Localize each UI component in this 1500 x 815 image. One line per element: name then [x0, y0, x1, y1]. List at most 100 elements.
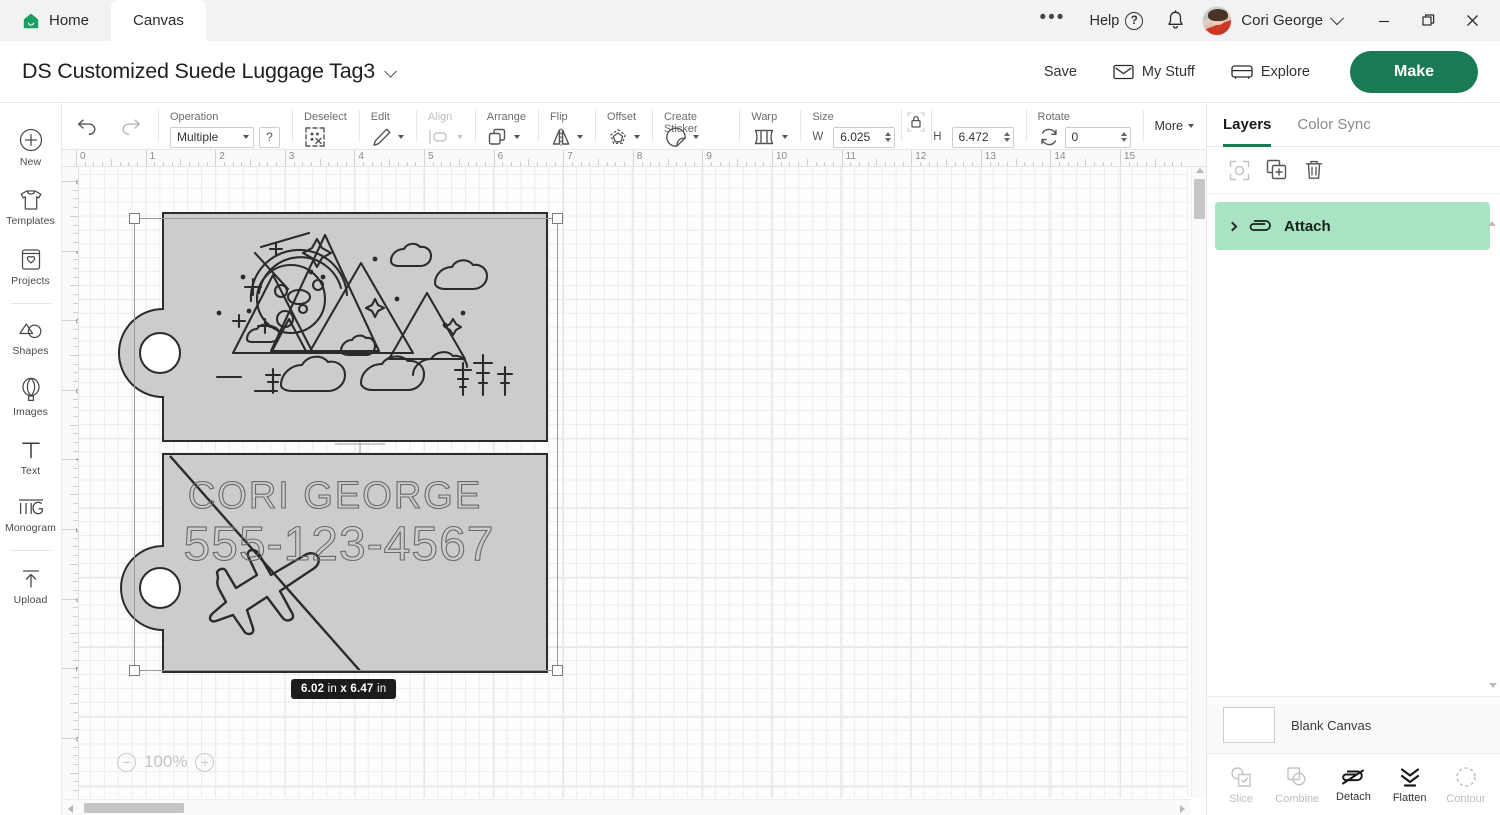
- blank-canvas-swatch[interactable]: [1223, 707, 1275, 743]
- offset-icon[interactable]: [607, 126, 629, 148]
- chevron-down-icon[interactable]: [576, 135, 583, 139]
- help-button[interactable]: Help ?: [1079, 11, 1153, 30]
- detach-label: Detach: [1336, 790, 1371, 803]
- chevron-down-icon[interactable]: [633, 135, 640, 139]
- pencil-icon[interactable]: [371, 126, 393, 148]
- operation-select[interactable]: Multiple: [170, 126, 254, 148]
- list-item[interactable]: Attach: [1215, 202, 1490, 250]
- rotate-icon[interactable]: [1038, 127, 1060, 147]
- rotate-input[interactable]: 0: [1064, 126, 1131, 148]
- chevron-down-icon[interactable]: [513, 135, 520, 139]
- undo-icon[interactable]: [76, 117, 98, 135]
- scrollbar-thumb-vertical[interactable]: [1194, 179, 1205, 219]
- ruler-tick: [911, 150, 913, 166]
- canvas-scrollbar-vertical[interactable]: [1191, 167, 1206, 798]
- height-stepper[interactable]: [1003, 132, 1010, 142]
- detach-button[interactable]: Detach: [1325, 767, 1381, 803]
- more-button[interactable]: More: [1155, 119, 1194, 133]
- scroll-down-arrow-icon[interactable]: [1489, 683, 1497, 688]
- sidebar-item-templates[interactable]: Templates: [0, 178, 62, 237]
- luggage-tag-bottom[interactable]: CORI GEORGE 555-123-4567: [113, 450, 553, 676]
- sidebar-item-new[interactable]: New: [0, 117, 62, 178]
- zoom-control: − 100% +: [117, 752, 215, 772]
- ellipsis-icon[interactable]: •••: [1026, 8, 1080, 33]
- restore-icon[interactable]: [1406, 1, 1450, 41]
- make-button[interactable]: Make: [1350, 50, 1478, 93]
- close-icon[interactable]: [1450, 1, 1494, 41]
- save-label: Save: [1043, 63, 1077, 80]
- arrange-label: Arrange: [486, 111, 526, 123]
- sidebar-item-images[interactable]: Images: [0, 367, 62, 428]
- chevron-down-icon[interactable]: [782, 135, 789, 139]
- sidebar-item-text[interactable]: Text: [0, 428, 62, 487]
- redo-icon[interactable]: [120, 117, 142, 135]
- sidebar-item-shapes[interactable]: Shapes: [0, 310, 62, 367]
- width-input[interactable]: 6.025: [833, 126, 896, 148]
- flatten-button[interactable]: Flatten: [1382, 766, 1438, 804]
- duplicate-icon[interactable]: [1266, 159, 1288, 181]
- align-group: Align: [415, 103, 475, 149]
- blank-canvas-row[interactable]: Blank Canvas: [1207, 696, 1500, 753]
- sticker-icon[interactable]: [664, 126, 688, 148]
- flip-icon[interactable]: [550, 127, 572, 147]
- operation-help-button[interactable]: ?: [259, 126, 280, 148]
- lock-icon[interactable]: [905, 110, 927, 136]
- flip-label: Flip: [549, 111, 568, 123]
- scroll-up-arrow-icon[interactable]: [1488, 204, 1496, 226]
- sidebar-item-projects[interactable]: Projects: [0, 237, 62, 297]
- sidebar-item-monogram[interactable]: Monogram: [0, 487, 62, 544]
- canvas-scrollbar-horizontal[interactable]: [62, 799, 1191, 815]
- height-input[interactable]: 6.472: [951, 126, 1014, 148]
- tab-color-sync[interactable]: Color Sync: [1297, 103, 1370, 146]
- warp-icon[interactable]: [751, 127, 777, 147]
- ruler-minor-tick: [70, 633, 78, 635]
- rotate-stepper[interactable]: [1120, 132, 1127, 142]
- explore-button[interactable]: Explore: [1213, 64, 1328, 80]
- resize-handle-top-right[interactable]: [552, 213, 563, 224]
- right-panel: Layers Color Sync Attach Blank Canvas Sl…: [1206, 103, 1500, 815]
- tab-layers[interactable]: Layers: [1223, 103, 1272, 147]
- chevron-down-icon[interactable]: [397, 135, 404, 139]
- sidebar-item-new-label: New: [19, 156, 42, 168]
- ruler-minor-tick: [73, 616, 78, 617]
- page-title[interactable]: DS Customized Suede Luggage Tag3: [22, 59, 397, 84]
- layer-scrollbar[interactable]: [1488, 204, 1498, 688]
- ruler-minor-tick: [73, 407, 78, 409]
- ruler-label: 4: [358, 151, 364, 162]
- scroll-up-arrow-icon[interactable]: [1196, 168, 1204, 173]
- trash-icon[interactable]: [1304, 159, 1324, 181]
- my-stuff-button[interactable]: My Stuff: [1095, 64, 1213, 80]
- flatten-icon: [1400, 767, 1419, 787]
- layer-actions: Slice Combine Detach Flatten Contour: [1207, 753, 1500, 815]
- tab-canvas[interactable]: Canvas: [111, 0, 206, 41]
- size-badge: 6.02 in x 6.47 in: [291, 679, 397, 699]
- canvas-area[interactable]: 0123456789101112131415 012345678: [62, 150, 1206, 815]
- canvas-grid[interactable]: CORI GEORGE 555-123-4567 6.02 in x 6.47 …: [79, 167, 1189, 798]
- ruler-minor-tick: [110, 159, 112, 166]
- warp-group: Warp: [739, 103, 800, 149]
- tab-home[interactable]: Home: [0, 0, 111, 41]
- left-rail: New Templates Projects Shapes Images Tex…: [0, 103, 62, 815]
- save-button[interactable]: Save: [1026, 64, 1095, 80]
- minus-circle-icon[interactable]: −: [117, 752, 136, 772]
- width-stepper[interactable]: [885, 132, 892, 142]
- slice-icon: [1231, 766, 1251, 787]
- ruler-label: 5: [428, 151, 434, 162]
- layer-list[interactable]: Attach: [1207, 194, 1500, 696]
- scroll-right-arrow-icon[interactable]: [1180, 805, 1185, 813]
- chevron-down-icon[interactable]: [692, 135, 699, 139]
- minimize-icon[interactable]: [1362, 1, 1406, 41]
- resize-handle-bottom-right[interactable]: [552, 665, 563, 676]
- plus-circle-icon[interactable]: +: [195, 752, 215, 772]
- bell-icon[interactable]: [1153, 10, 1198, 31]
- luggage-tag-top[interactable]: [113, 207, 553, 447]
- scrollbar-thumb-horizontal[interactable]: [84, 803, 184, 813]
- user-menu[interactable]: Cori George: [1198, 5, 1348, 36]
- sidebar-item-upload[interactable]: Upload: [0, 557, 62, 616]
- ruler-minor-tick: [73, 581, 78, 583]
- deselect-icon[interactable]: [304, 126, 326, 148]
- scroll-left-arrow-icon[interactable]: [68, 805, 73, 813]
- ruler-minor-tick: [70, 703, 78, 704]
- chevron-right-icon[interactable]: [1227, 221, 1238, 231]
- arrange-icon[interactable]: [487, 127, 509, 147]
